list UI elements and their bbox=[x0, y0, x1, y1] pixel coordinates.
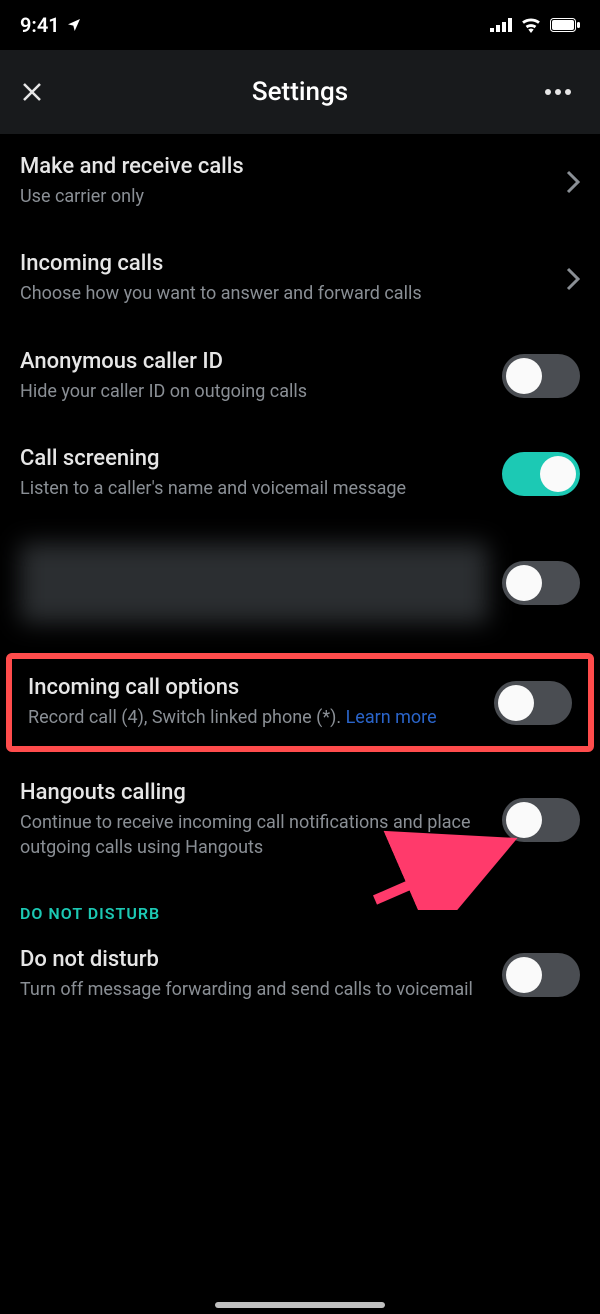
highlight-annotation: Incoming call options Record call (4), S… bbox=[6, 653, 594, 752]
close-button[interactable] bbox=[20, 80, 56, 104]
notch bbox=[190, 0, 410, 30]
row-subtitle: Use carrier only bbox=[20, 185, 552, 209]
chevron-right-icon bbox=[566, 170, 580, 194]
status-time: 9:41 bbox=[20, 13, 60, 37]
signal-icon bbox=[490, 18, 512, 32]
row-subtitle: Record call (4), Switch linked phone (*)… bbox=[28, 706, 480, 730]
row-title: Do not disturb bbox=[20, 947, 488, 972]
toggle-call-screening[interactable] bbox=[502, 452, 580, 496]
row-incoming-call-options: Incoming call options Record call (4), S… bbox=[12, 659, 588, 746]
row-subtitle: Choose how you want to answer and forwar… bbox=[20, 282, 552, 306]
page-title: Settings bbox=[56, 77, 544, 107]
row-subtitle: Turn off message forwarding and send cal… bbox=[20, 978, 488, 1002]
row-title: Hangouts calling bbox=[20, 780, 488, 805]
redacted-content bbox=[20, 543, 488, 623]
toggle-redacted[interactable] bbox=[502, 561, 580, 605]
subtitle-text: Record call (4), Switch linked phone (*)… bbox=[28, 707, 346, 728]
toggle-do-not-disturb[interactable] bbox=[502, 953, 580, 997]
toggle-anonymous-caller-id[interactable] bbox=[502, 354, 580, 398]
row-subtitle: Continue to receive incoming call notifi… bbox=[20, 811, 488, 860]
close-icon bbox=[20, 80, 44, 104]
row-title: Anonymous caller ID bbox=[20, 349, 488, 374]
location-icon bbox=[66, 17, 82, 33]
more-icon bbox=[544, 88, 572, 96]
settings-list: Make and receive calls Use carrier only … bbox=[0, 134, 600, 1024]
row-subtitle: Hide your caller ID on outgoing calls bbox=[20, 380, 488, 404]
row-title: Incoming calls bbox=[20, 251, 552, 276]
toggle-hangouts-calling[interactable] bbox=[502, 798, 580, 842]
row-call-screening: Call screening Listen to a caller's name… bbox=[0, 426, 600, 523]
wifi-icon bbox=[520, 17, 542, 33]
learn-more-link[interactable]: Learn more bbox=[346, 707, 437, 728]
battery-icon bbox=[550, 18, 580, 32]
section-do-not-disturb: DO NOT DISTURB bbox=[0, 882, 600, 927]
row-title: Make and receive calls bbox=[20, 154, 552, 179]
more-button[interactable] bbox=[544, 88, 580, 96]
row-redacted bbox=[0, 523, 600, 645]
row-hangouts-calling: Hangouts calling Continue to receive inc… bbox=[0, 760, 600, 882]
row-do-not-disturb: Do not disturb Turn off message forwardi… bbox=[0, 927, 600, 1024]
toggle-incoming-call-options[interactable] bbox=[494, 681, 572, 725]
chevron-right-icon bbox=[566, 267, 580, 291]
row-subtitle: Listen to a caller's name and voicemail … bbox=[20, 477, 488, 501]
row-title: Incoming call options bbox=[28, 675, 480, 700]
header-bar: Settings bbox=[0, 50, 600, 134]
row-make-receive-calls[interactable]: Make and receive calls Use carrier only bbox=[0, 134, 600, 231]
row-title: Call screening bbox=[20, 446, 488, 471]
home-indicator[interactable] bbox=[215, 1302, 385, 1308]
row-incoming-calls[interactable]: Incoming calls Choose how you want to an… bbox=[0, 231, 600, 328]
row-anonymous-caller-id: Anonymous caller ID Hide your caller ID … bbox=[0, 329, 600, 426]
